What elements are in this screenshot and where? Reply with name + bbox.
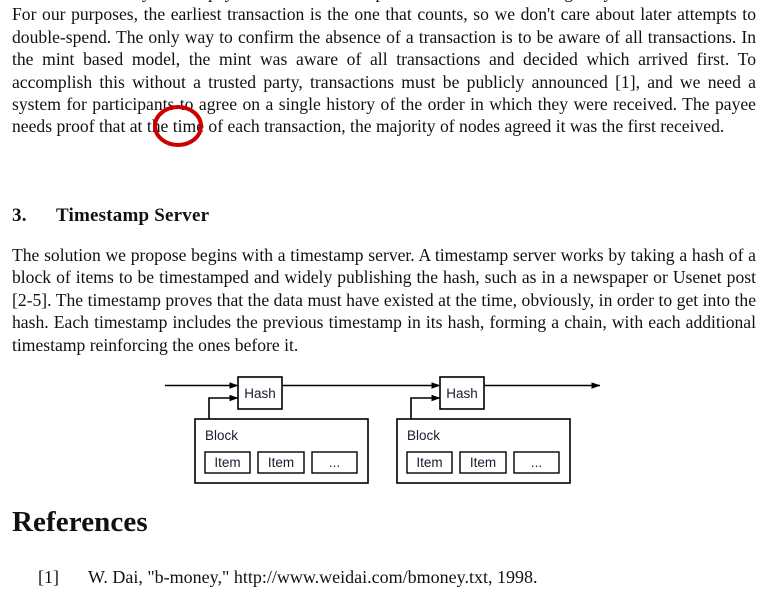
item-label: Item xyxy=(214,455,240,470)
item-ellipsis-box xyxy=(513,451,560,474)
section-number: 3. xyxy=(12,205,27,226)
item-label: Item xyxy=(416,455,442,470)
reference-item-1: [1] W. Dai, "b-money," http://www.weidai.… xyxy=(38,567,537,588)
reference-text: W. Dai, "b-money," http://www.weidai.com… xyxy=(88,567,538,587)
hash-box-left xyxy=(237,376,283,410)
block-box-left xyxy=(194,418,369,484)
item-box xyxy=(406,451,453,474)
references-heading: References xyxy=(12,506,148,538)
item-box xyxy=(459,451,507,474)
item-box xyxy=(204,451,251,474)
paragraph-double-spend: We need a way for the payee to know that… xyxy=(12,0,756,138)
document-page: We need a way for the payee to know that… xyxy=(0,0,768,611)
item-label: Item xyxy=(268,455,294,470)
hash-box-left-label: Hash xyxy=(244,386,276,401)
item-box xyxy=(257,451,305,474)
paragraph-1-text: We need a way for the payee to know that… xyxy=(12,0,756,137)
section-heading-timestamp-server: 3. Timestamp Server xyxy=(12,205,209,227)
hash-box-right-label: Hash xyxy=(446,386,478,401)
item-ellipsis-label: ... xyxy=(531,455,542,470)
block-to-hash-left xyxy=(208,394,239,436)
item-label: Item xyxy=(470,455,496,470)
item-ellipsis-box xyxy=(311,451,358,474)
block-box-right xyxy=(396,418,571,484)
hash-box-right xyxy=(439,376,485,410)
paragraph-2-text: The solution we propose begins with a ti… xyxy=(12,245,756,355)
item-ellipsis-label: ... xyxy=(329,455,340,470)
section-title: Timestamp Server xyxy=(56,205,210,226)
block-box-right-label: Block xyxy=(407,428,440,443)
paragraph-timestamp-server: The solution we propose begins with a ti… xyxy=(12,244,756,356)
block-to-hash-right xyxy=(410,394,441,436)
block-box-left-label: Block xyxy=(205,428,238,443)
reference-number: [1] xyxy=(38,567,59,587)
